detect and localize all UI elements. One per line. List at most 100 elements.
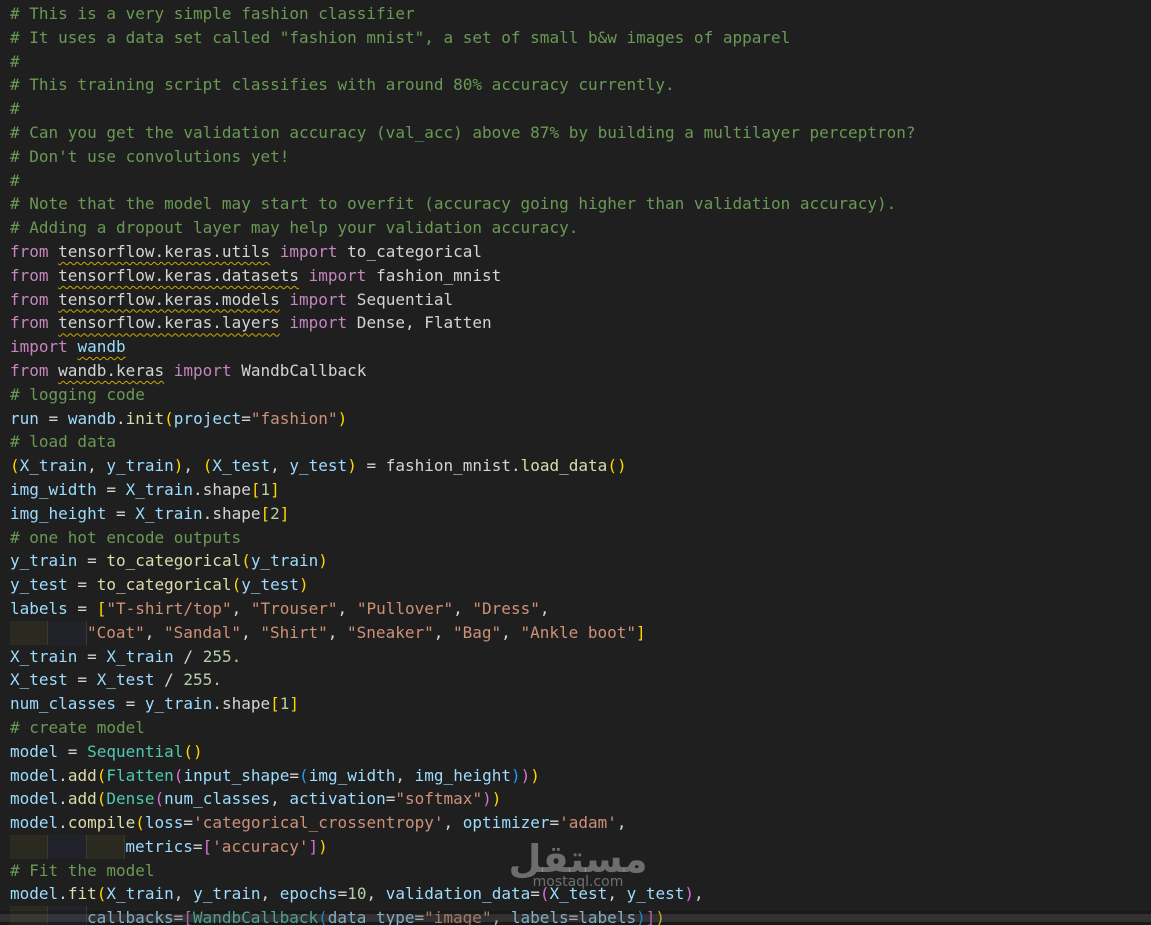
horizontal-scrollbar[interactable] xyxy=(0,911,1151,925)
code-token-op: = xyxy=(67,598,97,618)
code-line[interactable]: img_height = X_train.shape[2] xyxy=(10,502,1151,526)
code-token-bracket2: [ xyxy=(202,836,213,856)
code-token-plain: Sequential xyxy=(347,289,454,309)
code-line[interactable]: X_train = X_train / 255. xyxy=(10,645,1151,669)
code-token-keyword: import xyxy=(279,241,338,261)
code-token-bracket1: ) xyxy=(337,408,348,428)
code-line[interactable]: # create model xyxy=(10,716,1151,740)
code-line[interactable]: model.add(Dense(num_classes, activation=… xyxy=(10,787,1151,811)
code-line[interactable]: from tensorflow.keras.datasets import fa… xyxy=(10,264,1151,288)
code-token-bracket2: ( xyxy=(173,765,184,785)
code-token-param: metrics xyxy=(125,836,193,856)
code-editor[interactable]: # This is a very simple fashion classifi… xyxy=(0,0,1151,925)
code-token-op: . xyxy=(58,765,68,785)
code-token-op: = xyxy=(96,479,126,499)
code-token-number: 1 xyxy=(260,479,271,499)
code-token-plain: shape xyxy=(202,479,251,499)
code-token-bracket1: ) xyxy=(318,836,328,856)
code-line[interactable]: img_width = X_train.shape[1] xyxy=(10,478,1151,502)
code-line[interactable]: X_test = X_test / 255. xyxy=(10,668,1151,692)
code-token-comment: # load data xyxy=(10,432,116,452)
code-line[interactable]: # Adding a dropout layer may help your v… xyxy=(10,216,1151,240)
code-token-comment: # Fit the model xyxy=(10,860,155,880)
code-line[interactable]: # logging code xyxy=(10,383,1151,407)
code-line[interactable]: "Coat", "Sandal", "Shirt", "Sneaker", "B… xyxy=(10,620,1151,645)
code-token-comment: # create model xyxy=(10,717,145,737)
code-token-op: = xyxy=(183,813,194,833)
code-token-bracket1: ( xyxy=(135,813,145,833)
code-token-string: "softmax" xyxy=(395,789,483,809)
code-token-bracket2: ) xyxy=(684,884,695,904)
code-token-bracket1: () xyxy=(607,456,627,476)
code-token-op: , xyxy=(270,456,290,476)
code-line[interactable]: # xyxy=(10,169,1151,193)
code-token-op: , xyxy=(337,598,357,618)
code-line[interactable]: # xyxy=(10,97,1151,121)
code-line[interactable]: model.add(Flatten(input_shape=(img_width… xyxy=(10,764,1151,788)
code-token-plain: shape xyxy=(221,694,271,714)
code-token-var: X_train xyxy=(106,646,174,666)
code-token-op: . xyxy=(58,884,68,904)
code-lines[interactable]: # This is a very simple fashion classifi… xyxy=(10,2,1151,925)
code-token-var: img_height xyxy=(10,503,107,523)
code-token-op: = xyxy=(106,503,136,523)
scrollbar-thumb[interactable] xyxy=(0,914,1151,922)
code-token-var: y_test xyxy=(241,575,299,595)
code-line[interactable]: # load data xyxy=(10,430,1151,454)
code-line[interactable]: model.compile(loss='categorical_crossent… xyxy=(10,811,1151,835)
code-token-var: X_train xyxy=(19,456,88,476)
code-token-op: = xyxy=(77,646,107,666)
code-token-bracket1: ) xyxy=(491,789,502,809)
code-token-op: , xyxy=(183,456,203,476)
indent-guide xyxy=(10,834,49,859)
code-line[interactable]: from wandb.keras import WandbCallback xyxy=(10,359,1151,383)
code-token-var: y_test xyxy=(289,456,348,476)
code-line[interactable]: from tensorflow.keras.models import Sequ… xyxy=(10,288,1151,312)
code-token-func: compile xyxy=(67,813,136,833)
code-token-op: , xyxy=(616,813,627,833)
code-token-param: loss xyxy=(144,813,184,833)
code-line[interactable]: # Don't use convolutions yet! xyxy=(10,145,1151,169)
code-token-module: tensorflow.keras.models xyxy=(58,289,280,309)
code-line[interactable]: # one hot encode outputs xyxy=(10,526,1151,550)
code-token-bracket1: ) xyxy=(299,575,309,595)
code-token-keyword: import xyxy=(173,360,232,380)
code-line[interactable]: from tensorflow.keras.layers import Dens… xyxy=(10,311,1151,335)
code-token-var: y_train xyxy=(250,551,319,571)
code-token-string: 'adam' xyxy=(559,813,617,833)
code-token-bracket1: ] xyxy=(289,694,300,714)
code-token-op: = xyxy=(77,551,107,571)
code-line[interactable]: # Note that the model may start to overf… xyxy=(10,192,1151,216)
code-token-op: , xyxy=(241,622,261,642)
code-line[interactable]: # It uses a data set called "fashion mni… xyxy=(10,26,1151,50)
code-line[interactable]: y_test = to_categorical(y_test) xyxy=(10,573,1151,597)
code-line[interactable]: model = Sequential() xyxy=(10,740,1151,764)
code-line[interactable]: run = wandb.init(project="fashion") xyxy=(10,407,1151,431)
code-line[interactable]: import wandb xyxy=(10,335,1151,359)
code-token-op: , xyxy=(443,813,463,833)
code-line[interactable]: # xyxy=(10,50,1151,74)
code-line[interactable]: num_classes = y_train.shape[1] xyxy=(10,692,1151,716)
code-line[interactable]: # Fit the model xyxy=(10,859,1151,883)
code-line[interactable]: metrics=['accuracy']) xyxy=(10,834,1151,859)
code-line[interactable]: # Can you get the validation accuracy (v… xyxy=(10,121,1151,145)
code-line[interactable]: (X_train, y_train), (X_test, y_test) = f… xyxy=(10,454,1151,478)
code-line[interactable]: # This is a very simple fashion classifi… xyxy=(10,2,1151,26)
code-token-module: tensorflow.keras.utils xyxy=(58,241,271,261)
code-line[interactable]: model.fit(X_train, y_train, epochs=10, v… xyxy=(10,882,1151,906)
code-line[interactable]: # This training script classifies with a… xyxy=(10,73,1151,97)
code-token-string: "Ankle boot" xyxy=(520,622,637,642)
code-token-string: "Coat" xyxy=(86,622,145,642)
code-line[interactable]: from tensorflow.keras.utils import to_ca… xyxy=(10,240,1151,264)
code-token-comment: # Can you get the validation accuracy (v… xyxy=(10,122,916,142)
code-token-bracket2: ( xyxy=(154,789,165,809)
code-line[interactable]: labels = ["T-shirt/top", "Trouser", "Pul… xyxy=(10,597,1151,621)
code-token-op: , xyxy=(231,598,251,618)
code-token-bracket1: ( xyxy=(96,789,107,809)
code-token-keyword: import xyxy=(289,289,348,309)
code-line[interactable]: y_train = to_categorical(y_train) xyxy=(10,549,1151,573)
